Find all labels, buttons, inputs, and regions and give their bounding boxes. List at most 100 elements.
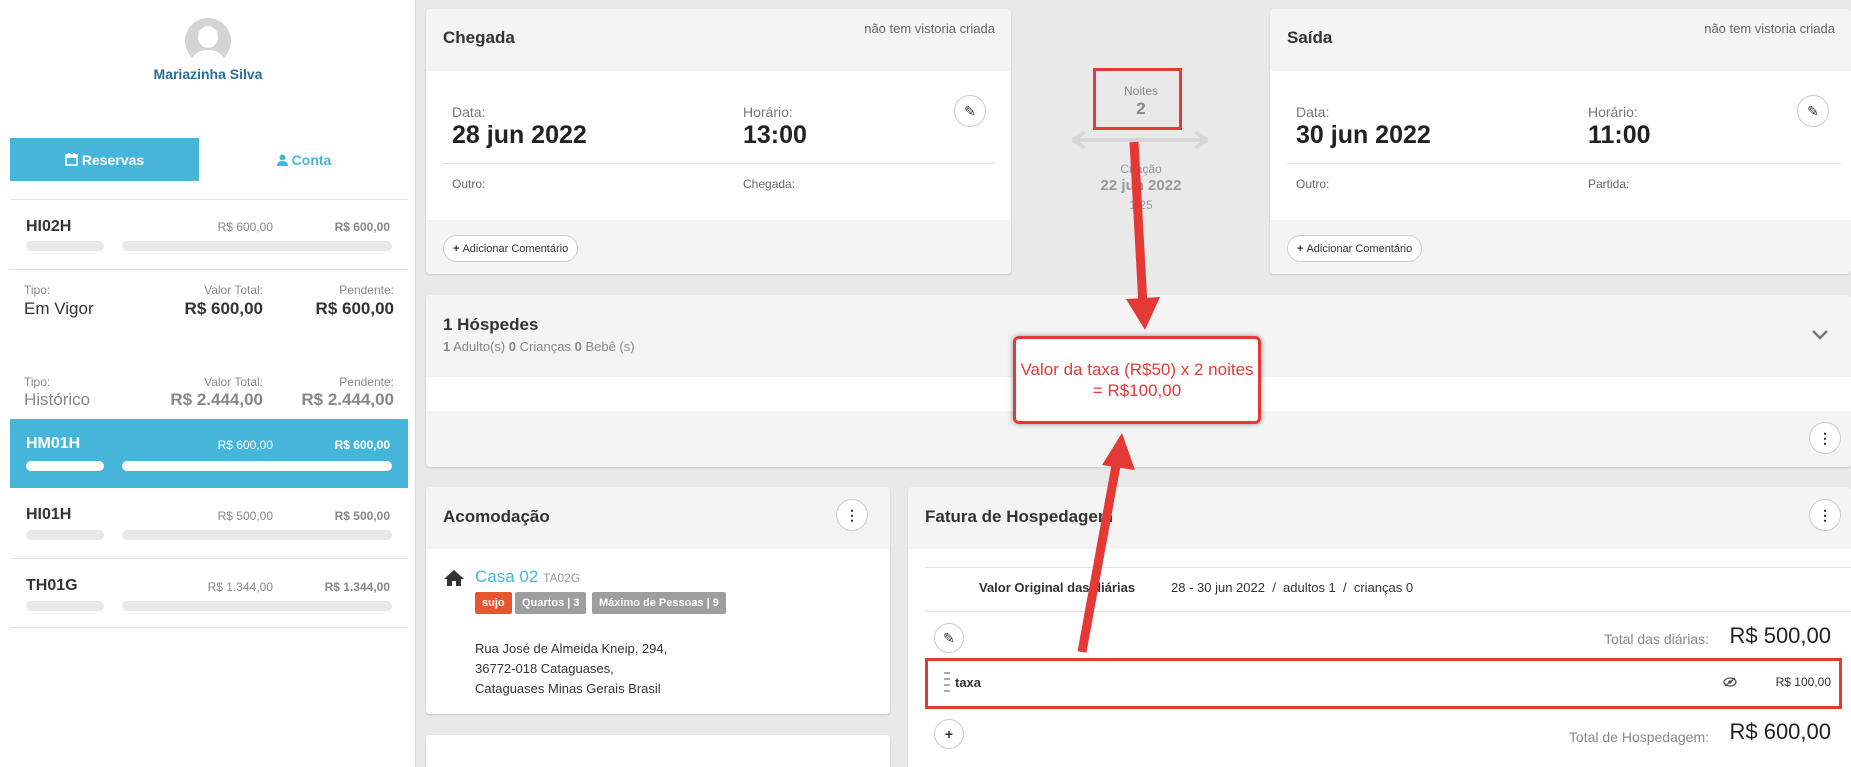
sidebar: Mariazinha Silva Reservas Conta HI02H R$… — [0, 0, 416, 767]
more-options-button[interactable]: ⋮ — [836, 499, 868, 531]
kebab-icon: ⋮ — [845, 506, 859, 523]
double-arrow-icon — [1071, 130, 1209, 150]
children-count: 0 — [508, 339, 517, 354]
pendente-value: R$ 2.444,00 — [301, 390, 394, 409]
accommodation-name-text: Casa 02 — [475, 567, 539, 586]
pendente-label: Pendente: — [339, 375, 394, 389]
progress-bar-long — [122, 461, 392, 471]
nights-highlight-box — [1093, 68, 1182, 130]
pendente-label: Pendente: — [339, 283, 394, 297]
adults-label: Adulto(s) — [453, 339, 506, 354]
departure-date: 30 jun 2022 — [1296, 121, 1431, 149]
fatura-card: Fatura de Hospedagem ⋮ Valor Original da… — [908, 487, 1851, 767]
hospedes-title: 1 Hóspedes — [443, 315, 539, 334]
babies-count: 0 — [574, 339, 582, 354]
tab-conta[interactable]: Conta — [199, 138, 409, 181]
arrival-date: 28 jun 2022 — [452, 121, 587, 149]
horario-label: Horário: — [1588, 104, 1638, 120]
divider — [925, 567, 1851, 568]
chegada-card: Chegada não tem vistoria criada Data: 28… — [426, 9, 1011, 274]
extra-card — [426, 735, 890, 767]
progress-bar-short — [26, 530, 104, 540]
more-options-button[interactable]: ⋮ — [1809, 422, 1841, 454]
tipo-label: Tipo: — [24, 283, 51, 297]
valor-total-value: R$ 2.444,00 — [170, 390, 263, 409]
reservation-code: TH01G — [26, 577, 78, 594]
tipo-label: Tipo: — [24, 375, 51, 389]
kebab-icon: ⋮ — [1818, 506, 1832, 523]
criacao-date: 22 jun 2022 — [1100, 177, 1182, 194]
calendar-icon — [65, 153, 78, 166]
tab-reservas[interactable]: Reservas — [10, 138, 199, 181]
divider — [925, 611, 1851, 612]
reservation-pending: R$ 1.344,00 — [324, 580, 390, 594]
reservation-total: R$ 1.344,00 — [207, 580, 273, 594]
chevron-down-icon[interactable] — [1811, 329, 1829, 341]
tipo-value: Histórico — [24, 390, 91, 409]
address: Rua José de Almeida Kneip, 294, 36772-01… — [475, 639, 667, 699]
total-hospedagem-label: Total de Hospedagem: — [1568, 729, 1709, 745]
home-icon — [444, 570, 464, 586]
address-line: Rua José de Almeida Kneip, 294, — [475, 641, 668, 656]
pencil-icon: ✎ — [1807, 102, 1819, 119]
edit-button[interactable]: ✎ — [954, 95, 986, 127]
accommodation-name[interactable]: Casa 02 TA02G — [475, 567, 580, 587]
criacao-label: Criação — [1120, 162, 1162, 176]
total-diarias-label: Total das diárias: — [1603, 631, 1709, 647]
plus-icon: + — [1297, 242, 1304, 255]
tipo-value: Em Vigor — [24, 299, 94, 318]
babies-label: Bebê (s) — [585, 339, 635, 354]
rooms-badge: Quartos | 3 — [515, 592, 587, 614]
add-comment-label: Adicionar Comentário — [462, 242, 569, 255]
reservation-item-th01g[interactable]: TH01G R$ 1.344,00 R$ 1.344,00 — [10, 558, 408, 628]
progress-bar-long — [122, 601, 392, 611]
adults-count: 1 — [443, 339, 451, 354]
reservation-item-hm01h[interactable]: HM01H R$ 600,00 R$ 600,00 — [10, 419, 408, 488]
reservation-pending: R$ 600,00 — [334, 220, 390, 234]
reservation-pending: R$ 600,00 — [334, 438, 390, 452]
outro-label: Outro: — [452, 177, 486, 191]
divider — [443, 163, 995, 164]
data-label: Data: — [452, 104, 486, 120]
progress-bar-long — [122, 241, 392, 251]
valor-total-label: Valor Total: — [204, 283, 263, 297]
fatura-title: Fatura de Hospedagem — [925, 507, 1113, 526]
reservation-item-hi01h[interactable]: HI01H R$ 500,00 R$ 500,00 — [10, 488, 408, 558]
add-item-button[interactable]: + — [934, 719, 964, 749]
kebab-icon: ⋮ — [1818, 429, 1832, 446]
acomodacao-card: Acomodação ⋮ Casa 02 TA02G sujo Quartos … — [426, 487, 890, 714]
vistoria-status: não tem vistoria criada — [1704, 21, 1835, 36]
summary-historico: Tipo: Histórico Valor Total: R$ 2.444,00… — [10, 360, 408, 420]
pencil-icon: ✎ — [943, 629, 955, 646]
card-title: Chegada — [443, 28, 515, 47]
chegada-label: Chegada: — [743, 177, 796, 191]
horario-label: Horário: — [743, 104, 793, 120]
avatar[interactable] — [185, 18, 231, 64]
reservation-code: HM01H — [26, 435, 81, 452]
address-line: Cataguases Minas Gerais Brasil — [475, 681, 661, 696]
status-badge: sujo — [475, 592, 512, 614]
accommodation-code: TA02G — [543, 571, 581, 585]
reservation-item-hi02h[interactable]: HI02H R$ 600,00 R$ 600,00 — [10, 199, 408, 269]
address-line: 36772-018 Cataguases, — [475, 661, 614, 676]
add-comment-button[interactable]: + Adicionar Comentário — [1287, 235, 1423, 262]
edit-button[interactable]: ✎ — [934, 623, 964, 653]
plus-icon: + — [944, 726, 954, 742]
reservation-code: HI02H — [26, 218, 72, 235]
reservation-total: R$ 600,00 — [217, 438, 273, 452]
divider — [1287, 163, 1841, 164]
more-options-button[interactable]: ⋮ — [1809, 499, 1841, 531]
add-comment-label: Adicionar Comentário — [1306, 242, 1413, 255]
progress-bar-long — [122, 530, 392, 540]
card-header — [1270, 9, 1851, 71]
pencil-icon: ✎ — [964, 102, 976, 119]
summary-em-vigor: Tipo: Em Vigor Valor Total: R$ 600,00 Pe… — [10, 269, 408, 349]
pendente-value: R$ 600,00 — [315, 299, 394, 318]
criacao-time: 1 25 — [1129, 198, 1153, 212]
edit-button[interactable]: ✎ — [1797, 95, 1829, 127]
user-name[interactable]: Mariazinha Silva — [0, 66, 416, 82]
total-hospedagem-value: R$ 600,00 — [1729, 719, 1831, 744]
outro-label: Outro: — [1296, 177, 1330, 191]
reservation-pending: R$ 500,00 — [334, 509, 390, 523]
add-comment-button[interactable]: + Adicionar Comentário — [443, 235, 579, 262]
